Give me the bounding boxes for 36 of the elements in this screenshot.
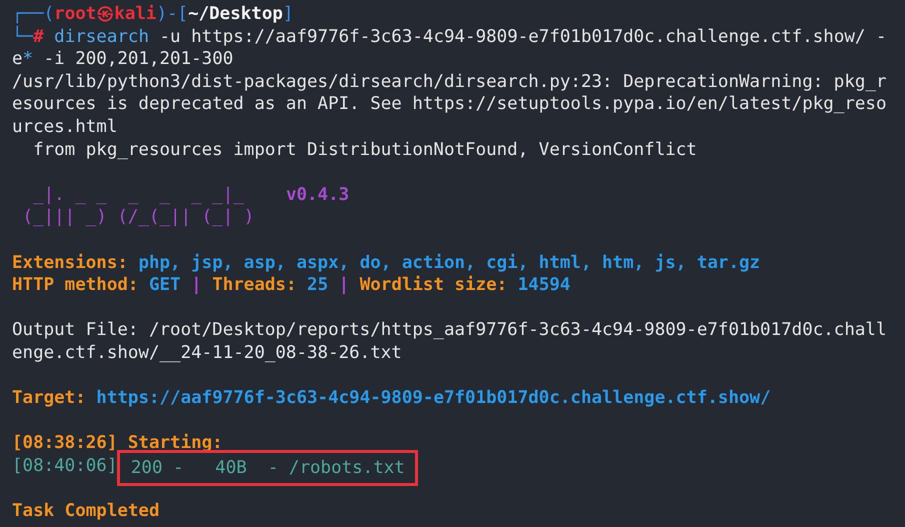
terminal-text: urces.html [12, 116, 118, 139]
timestamp: [08:40:06] [12, 454, 118, 478]
prompt-user: root㉿kali [54, 3, 156, 26]
terminal-text: /usr/lib/python3/dist-packages/dirsearch/dirsearch.py:23: DeprecationWarning: pkg_r [12, 70, 886, 94]
ascii-logo-text: (_||| _) (/_(_|| (_| ) [22, 206, 254, 229]
version-label: v0.4.3 [284, 184, 350, 206]
prompt-decoration: ┌──( [12, 3, 54, 26]
output-label: Threads: [212, 274, 296, 297]
output-value: GET [148, 274, 181, 297]
output-value: https://aaf9776f-3c63-4c94-9809-e7f01b017d0c.challenge.ctf.show/ [95, 387, 771, 410]
separator-text: | [338, 274, 350, 297]
separator-text: | [190, 274, 203, 297]
terminal-text: Output File: /root/Desktop/reports/https_aaf9776f-3c63-4c94-9809-e7f01b017d0c.chall [12, 319, 886, 342]
output-label: Wordlist size: [360, 274, 508, 297]
prompt-decoration: └─ [12, 26, 34, 48]
ascii-logo-text: _|. _ _ _ _ _ _|_ [32, 184, 244, 206]
command-name: * [22, 48, 34, 71]
terminal-text: -u https://aaf9776f-3c63-4c94-9809-e7f01b017d0c.challenge.ctf.show/ - [158, 26, 886, 48]
output-label: Task Completed [12, 500, 160, 523]
output-value: 25 [306, 274, 328, 297]
output-label: HTTP method: [12, 274, 138, 297]
output-value: 14594 [516, 274, 570, 297]
terminal-text: enge.ctf.show/__24-11-20_08-38-26.txt [12, 342, 402, 364]
terminal-text: -i 200,201,201-300 [42, 48, 234, 71]
prompt-decoration: ] [282, 3, 294, 26]
prompt-user: # [33, 26, 44, 48]
terminal-text: esources is deprecated as an API. See https://setuptools.pypa.io/en/latest/pkg_reso [12, 93, 886, 116]
output-value: php, jsp, asp, aspx, do, action, cgi, html, htm, js, tar.gz [137, 252, 760, 274]
output-label: Extensions: [12, 252, 128, 274]
output-label: Target: [12, 387, 86, 410]
highlighted-result: 200 - 40B - /robots.txt [117, 450, 418, 486]
prompt-path: ~/Desktop [188, 3, 283, 26]
prompt-decoration: )-[ [156, 3, 188, 26]
terminal-text: from pkg_resources import DistributionNotFound, VersionConflict [32, 138, 697, 162]
command-name: dirsearch [53, 26, 149, 48]
terminal-text: e [12, 48, 23, 71]
